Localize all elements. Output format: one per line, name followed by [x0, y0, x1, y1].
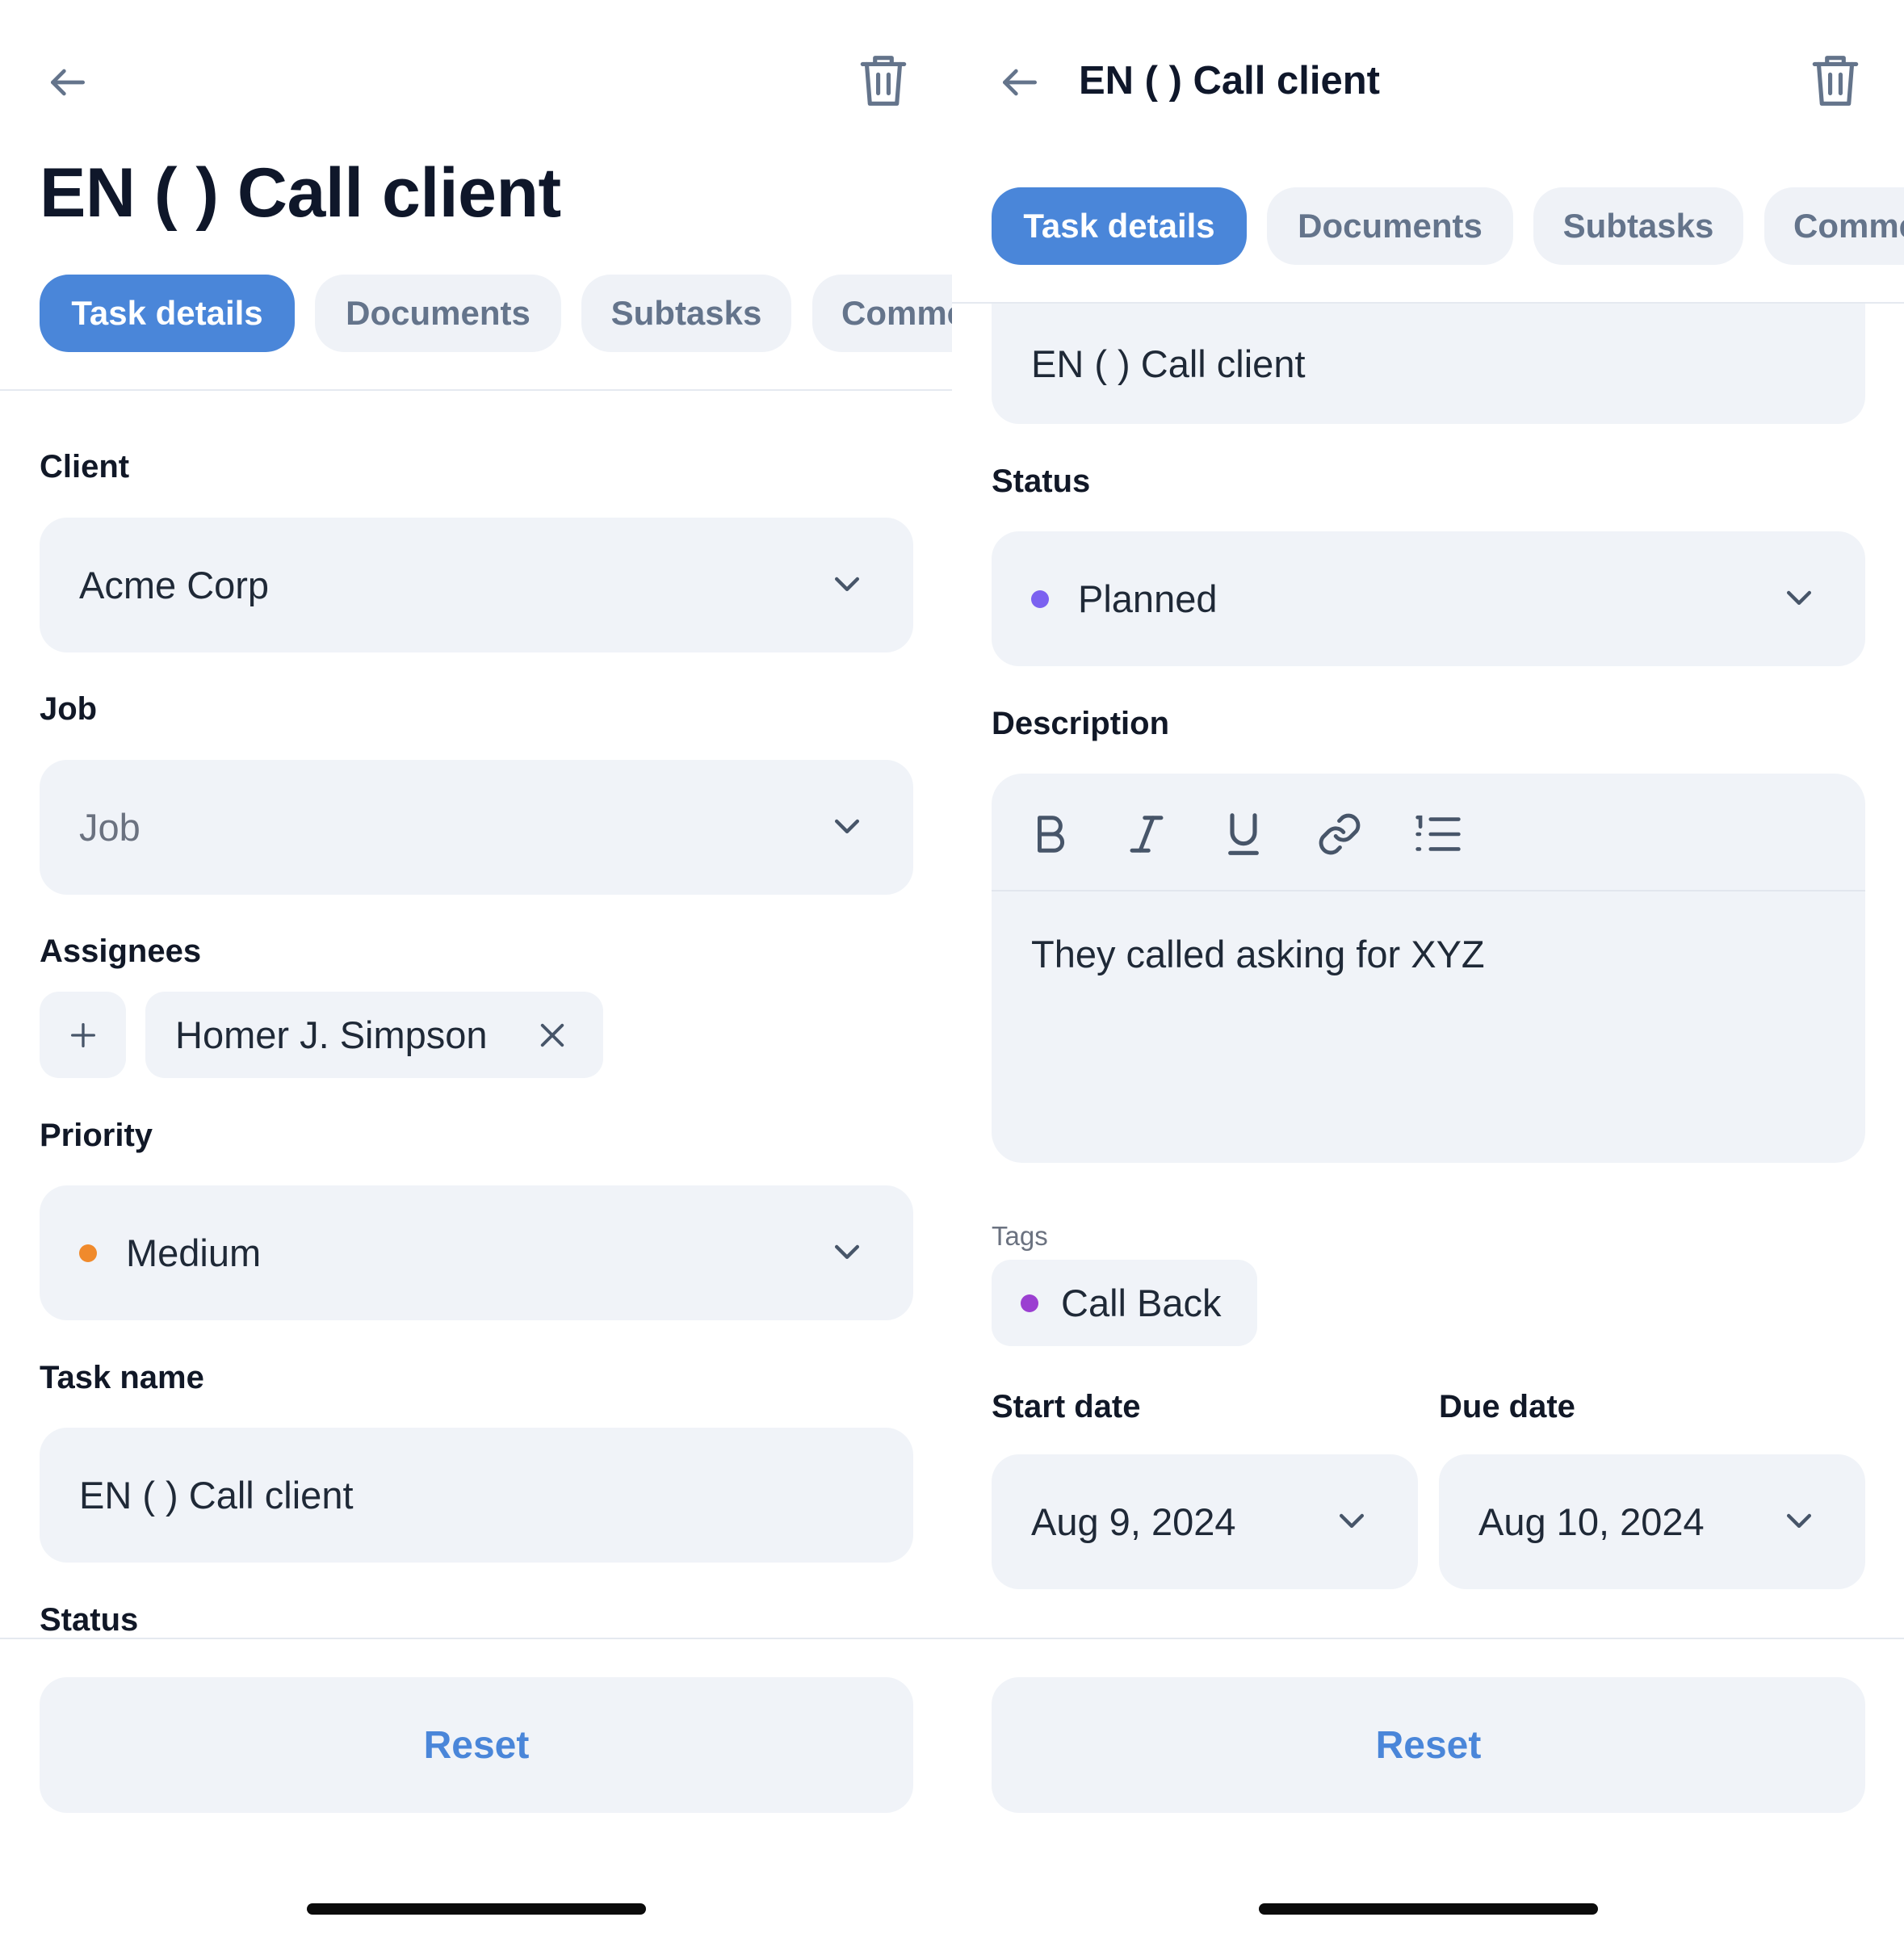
- bold-icon[interactable]: [1022, 806, 1079, 862]
- priority-label: Priority: [40, 1118, 153, 1153]
- chevron-down-icon: [829, 1233, 865, 1273]
- chevron-down-icon: [829, 808, 865, 847]
- home-indicator: [1259, 1903, 1598, 1915]
- underline-icon[interactable]: [1215, 806, 1272, 862]
- tag-name: Call Back: [1061, 1282, 1222, 1324]
- start-date-label: Start date: [992, 1389, 1141, 1424]
- trash-icon[interactable]: [853, 50, 914, 111]
- trash-icon[interactable]: [1805, 50, 1866, 111]
- divider: [0, 389, 952, 391]
- client-select[interactable]: Acme Corp: [40, 518, 913, 652]
- plus-icon: [70, 1022, 95, 1047]
- priority-value: Medium: [126, 1231, 262, 1274]
- remove-assignee-icon[interactable]: [535, 1018, 569, 1052]
- status-dot: [1031, 589, 1049, 608]
- back-arrow-icon[interactable]: [37, 52, 99, 113]
- divider: [952, 1638, 1904, 1639]
- numbered-list-icon[interactable]: [1410, 806, 1466, 862]
- job-select[interactable]: Job: [40, 760, 913, 895]
- editor-toolbar: [992, 774, 1865, 891]
- tab-bar: Task details Documents Subtasks Comments: [992, 187, 1904, 265]
- tab-task-details[interactable]: Task details: [40, 275, 295, 352]
- tab-subtasks[interactable]: Subtasks: [1533, 187, 1743, 265]
- tab-comments[interactable]: Comments: [1764, 187, 1904, 265]
- page-title: EN ( ) Call client: [40, 154, 561, 232]
- back-arrow-icon[interactable]: [989, 52, 1051, 113]
- link-icon[interactable]: [1311, 806, 1368, 862]
- task-name-input[interactable]: EN ( ) Call client: [40, 1428, 913, 1563]
- home-indicator: [307, 1903, 646, 1915]
- priority-dot: [79, 1244, 97, 1262]
- tab-documents[interactable]: Documents: [315, 275, 561, 352]
- priority-select[interactable]: Medium: [40, 1185, 913, 1320]
- description-label: Description: [992, 706, 1170, 741]
- job-label: Job: [40, 691, 98, 727]
- reset-button[interactable]: Reset: [40, 1677, 913, 1813]
- chevron-down-icon: [1781, 579, 1817, 619]
- chevron-down-icon: [1334, 1502, 1369, 1542]
- due-date-value: Aug 10, 2024: [1478, 1500, 1705, 1543]
- task-name-value: EN ( ) Call client: [1031, 342, 1306, 385]
- status-label: Status: [992, 464, 1091, 499]
- italic-icon[interactable]: [1118, 806, 1175, 862]
- reset-button[interactable]: Reset: [992, 1677, 1865, 1813]
- tab-bar: Task details Documents Subtasks Comments: [40, 275, 952, 352]
- chevron-down-icon: [829, 565, 865, 605]
- assignees-label: Assignees: [40, 933, 202, 969]
- task-detail-screen-expanded: EN ( ) Call client Task details Document…: [0, 0, 952, 1934]
- tab-comments[interactable]: Comments: [812, 275, 952, 352]
- description-editor[interactable]: They called asking for XYZ: [992, 774, 1865, 1163]
- nav-title: EN ( ) Call client: [1079, 59, 1381, 103]
- chevron-down-icon: [1781, 1502, 1817, 1542]
- start-date-picker[interactable]: Aug 9, 2024: [992, 1454, 1418, 1589]
- tag-chip[interactable]: Call Back: [992, 1260, 1257, 1346]
- start-date-value: Aug 9, 2024: [1031, 1500, 1236, 1543]
- tab-documents[interactable]: Documents: [1267, 187, 1513, 265]
- task-name-label: Task name: [40, 1360, 204, 1395]
- add-assignee-button[interactable]: [40, 992, 126, 1078]
- tag-dot: [1021, 1294, 1038, 1312]
- task-detail-screen-scrolled: EN ( ) Call client Task details Document…: [952, 0, 1904, 1934]
- due-date-picker[interactable]: Aug 10, 2024: [1439, 1454, 1865, 1589]
- tab-subtasks[interactable]: Subtasks: [581, 275, 791, 352]
- tags-label: Tags: [992, 1221, 1048, 1251]
- assignee-name: Homer J. Simpson: [175, 1013, 488, 1056]
- description-text: They called asking for XYZ: [1031, 933, 1485, 975]
- assignee-chip: Homer J. Simpson: [145, 992, 603, 1078]
- tab-task-details[interactable]: Task details: [992, 187, 1247, 265]
- due-date-label: Due date: [1439, 1389, 1575, 1424]
- status-value: Planned: [1078, 577, 1218, 620]
- client-value: Acme Corp: [79, 564, 270, 606]
- job-placeholder: Job: [79, 806, 140, 849]
- client-label: Client: [40, 449, 130, 485]
- status-label: Status: [40, 1602, 139, 1638]
- task-name-value: EN ( ) Call client: [79, 1474, 354, 1517]
- divider: [0, 1638, 952, 1639]
- task-name-input[interactable]: EN ( ) Call client: [992, 304, 1865, 424]
- status-select[interactable]: Planned: [992, 531, 1865, 666]
